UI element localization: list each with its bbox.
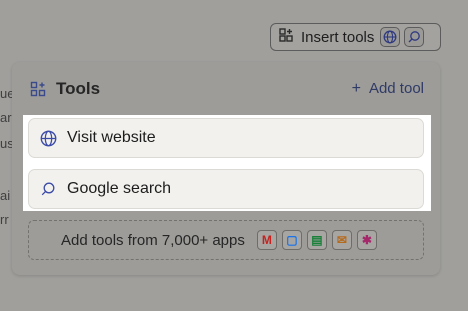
search-icon	[39, 180, 57, 198]
zapier-app-icon: ✉	[331, 230, 352, 250]
tool-item-label: Visit website	[67, 129, 156, 146]
background-text: us	[0, 136, 12, 151]
add-tool-button[interactable]: + Add tool	[352, 80, 424, 98]
google-sheets-icon: ▤	[306, 230, 327, 250]
google-calendar-icon: ▢	[281, 230, 302, 250]
tools-grid-icon	[279, 28, 293, 46]
insert-tools-label: Insert tools	[301, 28, 375, 46]
tool-item-google-search[interactable]: Google search	[28, 169, 424, 209]
panel-title: Tools	[56, 79, 101, 98]
add-apps-button[interactable]: Add tools from 7,000+ apps M ▢ ▤ ✉ ✱	[28, 220, 424, 260]
background-text: ai	[0, 188, 11, 203]
tool-item-label: Google search	[67, 180, 172, 197]
tools-grid-icon	[30, 81, 46, 102]
gmail-icon: M	[256, 230, 277, 250]
search-icon	[408, 31, 421, 43]
insert-search-button[interactable]	[404, 27, 425, 47]
insert-tools-button[interactable]: Insert tools	[270, 23, 441, 51]
slack-icon: ✱	[356, 230, 377, 250]
background-text: ue	[0, 86, 12, 101]
background-text: ar	[0, 110, 12, 125]
tools-panel-header: Tools + Add tool	[12, 62, 440, 117]
app-icons: M ▢ ▤ ✉ ✱	[256, 230, 382, 250]
plus-icon: +	[351, 80, 361, 97]
add-tool-label: Add tool	[368, 80, 424, 97]
tool-item-visit-website[interactable]: Visit website	[28, 118, 424, 158]
background-text: rr	[0, 212, 9, 227]
insert-globe-button[interactable]	[380, 27, 401, 47]
globe-icon	[383, 30, 397, 44]
globe-icon	[39, 129, 57, 147]
add-apps-label: Add tools from 7,000+ apps	[61, 231, 245, 249]
